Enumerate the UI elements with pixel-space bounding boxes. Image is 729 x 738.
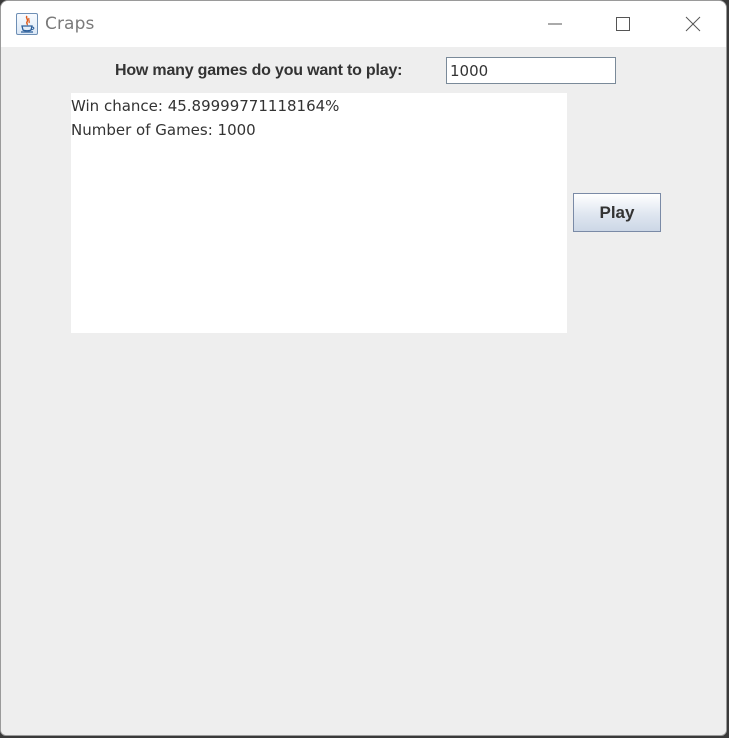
maximize-icon [616, 17, 630, 31]
number-of-games-text: Number of Games: 1000 [71, 121, 256, 139]
minimize-icon [548, 23, 562, 25]
craps-window: Craps How many games do you want to play… [0, 0, 727, 736]
minimize-button[interactable] [521, 1, 589, 47]
win-chance-text: Win chance: 45.89999771118164% [71, 97, 340, 115]
games-prompt-label: How many games do you want to play: [115, 62, 403, 79]
content-pane: How many games do you want to play: Win … [1, 47, 726, 735]
title-bar[interactable]: Craps [1, 1, 726, 47]
window-title: Craps [45, 14, 95, 34]
games-count-input[interactable] [446, 57, 616, 84]
maximize-button[interactable] [589, 1, 657, 47]
play-button[interactable]: Play [573, 193, 661, 232]
close-icon [685, 16, 701, 32]
close-button[interactable] [659, 1, 726, 47]
results-text-area[interactable]: Win chance: 45.89999771118164% Number of… [71, 93, 567, 333]
java-cup-icon [16, 13, 38, 35]
